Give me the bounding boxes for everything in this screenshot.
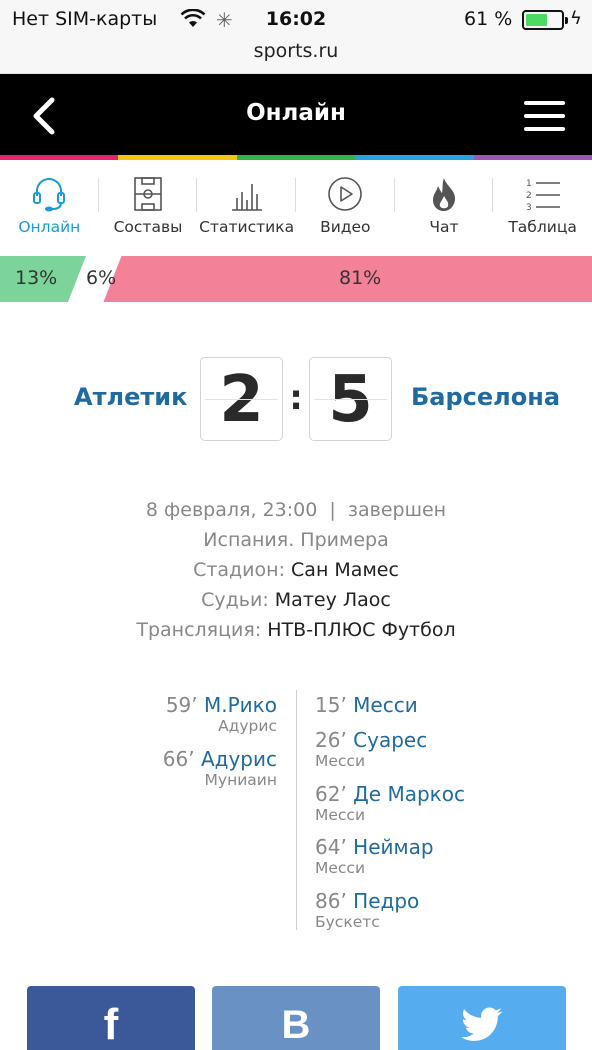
svg-text:1: 1 (526, 179, 532, 189)
vkontakte-share-button[interactable]: B (212, 986, 380, 1050)
goals-divider (296, 690, 297, 930)
goal-minute: 64’ (315, 835, 347, 859)
tab-statistics[interactable]: Статистика (197, 160, 296, 256)
goal-minute: 86’ (315, 889, 347, 913)
stadium-row: Стадион: Сан Мамес (0, 559, 592, 581)
stadium-label: Стадион: (193, 559, 285, 581)
goal-minute: 15’ (315, 693, 347, 717)
hamburger-menu-icon[interactable] (524, 101, 565, 133)
battery-level (526, 14, 547, 26)
headset-icon (33, 178, 66, 212)
goal-scorer[interactable]: Адурис (201, 747, 277, 771)
prediction-bar: 13% 6% 81% (0, 256, 592, 302)
prediction-draw: 6% (86, 267, 117, 289)
bar-chart-icon (231, 184, 262, 211)
match-datetime: 8 февраля, 23:00 (145, 499, 318, 521)
goal-item: 26’ Суарес Месси (315, 728, 427, 770)
status-bar: Нет SIM-карты ✳ 16:02 61 % ϟ (0, 0, 592, 40)
facebook-share-button[interactable]: f (27, 986, 195, 1050)
tab-table[interactable]: 1 2 3 Таблица (493, 160, 592, 256)
goal-assist: Месси (315, 752, 366, 770)
broadcast-label: Трансляция: (136, 619, 262, 641)
prediction-away: 81% (339, 267, 382, 289)
goal-item: 64’ Неймар Месси (315, 835, 434, 877)
page-title: Онлайн (246, 100, 346, 126)
play-icon (328, 177, 363, 211)
facebook-icon: f (103, 1000, 119, 1049)
svg-text:2: 2 (526, 191, 532, 201)
info-separator: | (323, 499, 342, 521)
match-status: завершен (347, 499, 447, 521)
svg-text:3: 3 (526, 203, 532, 212)
goal-minute: 59’ (165, 693, 198, 717)
broadcast-row: Трансляция: НТВ-ПЛЮС Футбол (0, 619, 592, 641)
away-team-name[interactable]: Барселона (411, 383, 560, 411)
away-score: 5 (309, 357, 392, 441)
goal-minute: 26’ (315, 728, 347, 752)
goal-scorer[interactable]: Де Маркос (353, 782, 465, 806)
flame-icon (432, 178, 456, 211)
home-score: 2 (200, 357, 283, 441)
goal-item: 59’ М.Рико Адурис (166, 693, 277, 735)
battery-percent: 61 % (464, 8, 513, 30)
tab-label: Чат (429, 218, 459, 236)
goal-assist: Муниаин (204, 771, 277, 789)
battery-icon (522, 10, 568, 30)
home-team-name[interactable]: Атлетик (74, 383, 187, 411)
goal-item: 15’ Месси (315, 693, 418, 717)
goal-assist: Бускетс (315, 913, 380, 931)
tournament: Испания. Примера (203, 529, 389, 551)
goal-assist: Месси (315, 806, 366, 824)
tab-label: Составы (113, 218, 183, 236)
tab-label: Статистика (199, 218, 295, 236)
twitter-icon (461, 1007, 502, 1041)
goal-scorer[interactable]: Суарес (353, 728, 427, 752)
app-header: Онлайн (0, 74, 592, 156)
prediction-home: 13% (15, 267, 58, 289)
score-separator: : (289, 378, 303, 418)
goal-scorer[interactable]: Неймар (353, 835, 433, 859)
referee-value: Матеу Лаос (274, 589, 391, 611)
referee-row: Судьи: Матеу Лаос (0, 589, 592, 611)
tab-label: Видео (320, 218, 371, 236)
goal-scorer[interactable]: Педро (353, 889, 419, 913)
goal-item: 66’ Адурис Муниаин (163, 747, 277, 789)
referee-label: Судьи: (201, 589, 269, 611)
goal-scorer[interactable]: М.Рико (204, 693, 277, 717)
goal-item: 62’ Де Маркос Месси (315, 782, 465, 824)
goal-scorer[interactable]: Месси (353, 693, 418, 717)
goal-minute: 66’ (162, 747, 195, 771)
away-score-value: 5 (328, 363, 373, 437)
match-datetime-status: 8 февраля, 23:00 | завершен (0, 499, 592, 521)
field-icon (134, 177, 162, 211)
goal-assist: Месси (315, 859, 366, 877)
vkontakte-icon: B (281, 1002, 311, 1047)
goal-minute: 62’ (315, 782, 347, 806)
goal-assist: Адурис (218, 717, 277, 735)
address-bar[interactable]: sports.ru (0, 40, 592, 74)
goal-item: 86’ Педро Бускетс (315, 889, 419, 931)
numbered-list-icon: 1 2 3 (526, 179, 560, 212)
home-score-value: 2 (219, 363, 264, 437)
charging-icon: ϟ (570, 8, 582, 29)
stadium-value: Сан Мамес (291, 559, 399, 581)
tab-bar: Онлайн Составы Статистика Видео Чат 1 2 … (0, 160, 592, 256)
tab-video[interactable]: Видео (296, 160, 395, 256)
tab-lineups[interactable]: Составы (99, 160, 198, 256)
twitter-share-button[interactable] (398, 986, 566, 1050)
tab-label: Таблица (508, 218, 577, 236)
tab-online[interactable]: Онлайн (0, 160, 99, 256)
broadcast-value: НТВ-ПЛЮС Футбол (267, 619, 456, 641)
tab-label: Онлайн (18, 218, 81, 236)
tab-chat[interactable]: Чат (395, 160, 494, 256)
